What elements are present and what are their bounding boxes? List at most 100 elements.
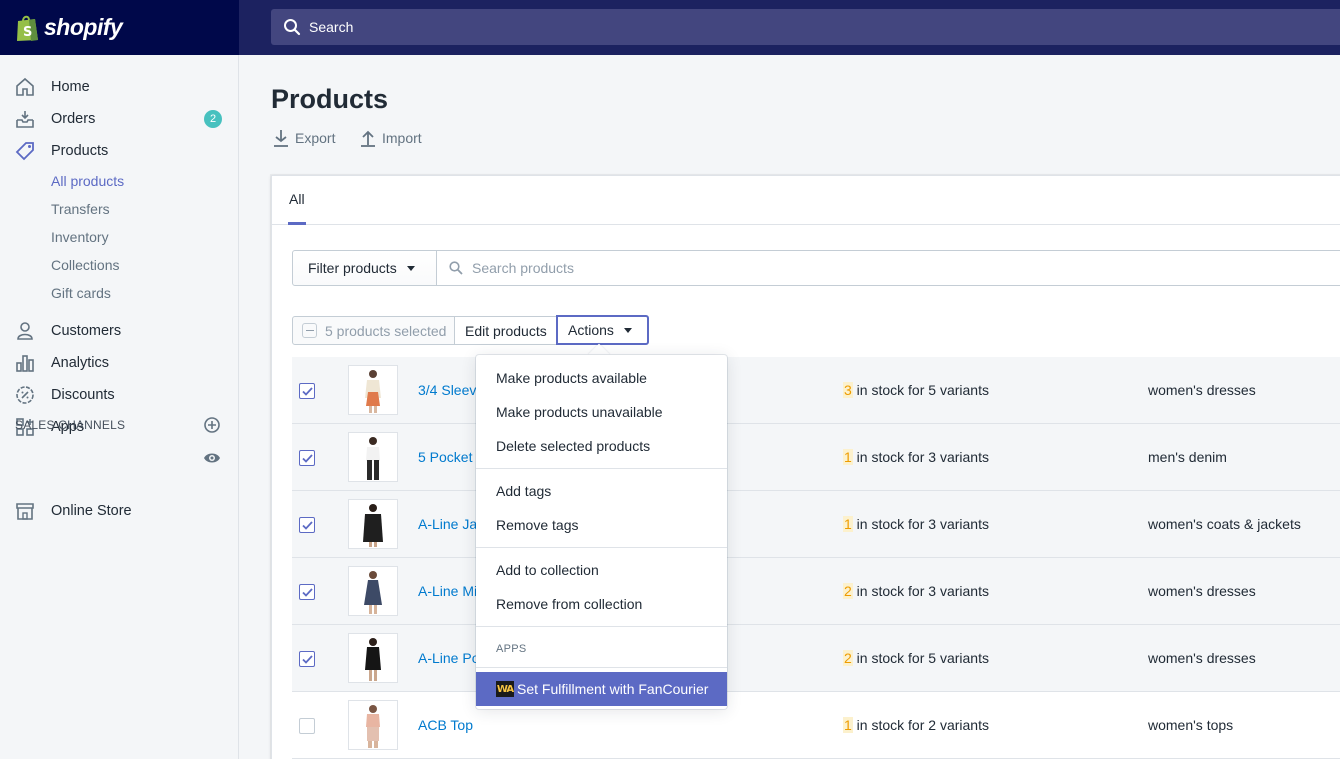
product-thumbnail[interactable]: [348, 365, 398, 415]
menu-divider: [476, 468, 727, 469]
inventory-cell: 1 in stock for 3 variants: [843, 516, 989, 532]
stock-count: 2: [843, 583, 853, 599]
filter-products-button[interactable]: Filter products: [292, 250, 437, 286]
sidebar-item-products[interactable]: Products: [0, 135, 239, 167]
fancourier-label: Set Fulfillment with FanCourier: [517, 681, 709, 697]
global-search-input[interactable]: Search: [271, 9, 1340, 45]
orders-icon: [14, 108, 36, 130]
product-thumbnail[interactable]: [348, 499, 398, 549]
import-icon: [361, 130, 375, 147]
product-name-link[interactable]: A-Line Jac: [418, 516, 484, 532]
sales-channels-heading: SALES CHANNELS: [15, 418, 126, 432]
product-thumbnail[interactable]: [348, 566, 398, 616]
actions-button[interactable]: Actions: [556, 315, 649, 345]
store-icon: [14, 500, 36, 522]
product-type-cell: women's coats & jackets: [1148, 516, 1301, 532]
row-checkbox[interactable]: [299, 584, 315, 600]
inventory-cell: 1 in stock for 2 variants: [843, 717, 989, 733]
caret-down-icon: [406, 265, 415, 271]
stock-text: in stock for 3 variants: [852, 516, 989, 532]
shopify-logo[interactable]: S shopify: [0, 0, 239, 55]
product-name-link[interactable]: A-Line Po: [418, 650, 479, 666]
sidebar-subitem-collections[interactable]: Collections: [51, 257, 119, 273]
stock-text: in stock for 5 variants: [852, 650, 989, 666]
sidebar-item-analytics[interactable]: Analytics: [0, 347, 239, 379]
sidebar-item-discounts[interactable]: Discounts: [0, 379, 239, 411]
export-button[interactable]: Export: [273, 129, 335, 147]
sidebar-item-label: Home: [51, 79, 90, 95]
menu-item-fancourier[interactable]: WA Set Fulfillment with FanCourier: [476, 672, 727, 706]
search-products-placeholder: Search products: [472, 260, 574, 276]
checkmark-icon: [301, 587, 313, 597]
menu-item-make-unavailable[interactable]: Make products unavailable: [496, 404, 663, 420]
menu-item-add-tags[interactable]: Add tags: [496, 483, 551, 499]
menu-item-add-collection[interactable]: Add to collection: [496, 562, 599, 578]
bulk-select-checkbox[interactable]: 5 products selected: [292, 316, 455, 345]
menu-item-remove-tags[interactable]: Remove tags: [496, 517, 578, 533]
checkmark-icon: [301, 453, 313, 463]
sidebar-item-customers[interactable]: Customers: [0, 315, 239, 347]
sidebar-item-label: Discounts: [51, 387, 115, 403]
page-title: Products: [271, 84, 389, 114]
product-name-link[interactable]: ACB Top: [418, 717, 473, 733]
sidebar-subitem-inventory[interactable]: Inventory: [51, 229, 109, 245]
sidebar-item-label: Online Store: [51, 503, 132, 519]
edit-products-label: Edit products: [465, 322, 547, 339]
stock-count: 2: [843, 650, 853, 666]
view-online-store-eye-icon[interactable]: [203, 449, 221, 467]
products-card: All Filter products Search products 5 pr…: [271, 175, 1340, 759]
svg-text:S: S: [23, 25, 32, 40]
checkmark-icon: [301, 654, 313, 664]
tab-all[interactable]: All: [288, 176, 306, 225]
stock-text: in stock for 2 variants: [852, 717, 989, 733]
row-checkbox[interactable]: [299, 718, 315, 734]
table-row[interactable]: A-Line Po 2 in stock for 5 variants wome…: [292, 625, 1340, 692]
export-label: Export: [295, 130, 336, 146]
table-row[interactable]: 3/4 Sleeve 3 in stock for 5 variants wom…: [292, 357, 1340, 424]
sidebar-item-orders[interactable]: Orders 2: [0, 103, 239, 135]
menu-item-delete[interactable]: Delete selected products: [496, 438, 650, 454]
product-name-link[interactable]: A-Line Mi: [418, 583, 477, 599]
row-checkbox[interactable]: [299, 517, 315, 533]
import-button[interactable]: Import: [360, 129, 422, 147]
stock-count: 1: [843, 516, 853, 532]
product-name-link[interactable]: 3/4 Sleeve: [418, 382, 484, 398]
product-type-cell: women's dresses: [1148, 382, 1256, 398]
menu-item-remove-collection[interactable]: Remove from collection: [496, 596, 642, 612]
sidebar-item-label: Products: [51, 143, 109, 159]
product-type-cell: men's denim: [1148, 449, 1227, 465]
stock-count: 1: [843, 717, 853, 733]
table-row[interactable]: A-Line Jac 1 in stock for 3 variants wom…: [292, 491, 1340, 558]
stock-count: 3: [843, 382, 853, 398]
export-icon: [274, 130, 288, 147]
menu-divider: [476, 626, 727, 627]
row-checkbox[interactable]: [299, 450, 315, 466]
row-checkbox[interactable]: [299, 383, 315, 399]
product-thumbnail[interactable]: [348, 700, 398, 750]
stock-count: 1: [843, 449, 853, 465]
inventory-cell: 1 in stock for 3 variants: [843, 449, 989, 465]
sidebar-subitem-gift-cards[interactable]: Gift cards: [51, 285, 111, 301]
sidebar-item-home[interactable]: Home: [0, 71, 239, 103]
add-sales-channel-icon[interactable]: [203, 416, 221, 434]
menu-section-apps: APPS: [496, 643, 527, 655]
product-type-cell: women's tops: [1148, 717, 1234, 733]
table-row[interactable]: A-Line Mi 2 in stock for 3 variants wome…: [292, 558, 1340, 625]
search-products-input[interactable]: Search products: [436, 250, 1340, 286]
menu-item-make-available[interactable]: Make products available: [496, 370, 647, 386]
product-name-link[interactable]: 5 Pocket J: [418, 449, 483, 465]
row-checkbox[interactable]: [299, 651, 315, 667]
table-row[interactable]: ACB Top 1 in stock for 2 variants women'…: [292, 692, 1340, 759]
table-row[interactable]: 5 Pocket J 1 in stock for 3 variants men…: [292, 424, 1340, 491]
sidebar-item-online-store[interactable]: Online Store: [0, 495, 239, 527]
search-icon: [449, 261, 463, 275]
search-icon: [284, 19, 301, 36]
sidebar-subitem-transfers[interactable]: Transfers: [51, 201, 110, 217]
edit-products-button[interactable]: Edit products: [454, 316, 557, 345]
product-thumbnail[interactable]: [348, 633, 398, 683]
sidebar-subitem-all-products[interactable]: All products: [51, 173, 124, 189]
global-search-placeholder: Search: [309, 19, 354, 35]
product-thumbnail[interactable]: [348, 432, 398, 482]
minus-icon: [302, 323, 317, 338]
top-bar: S shopify Search: [0, 0, 1340, 55]
